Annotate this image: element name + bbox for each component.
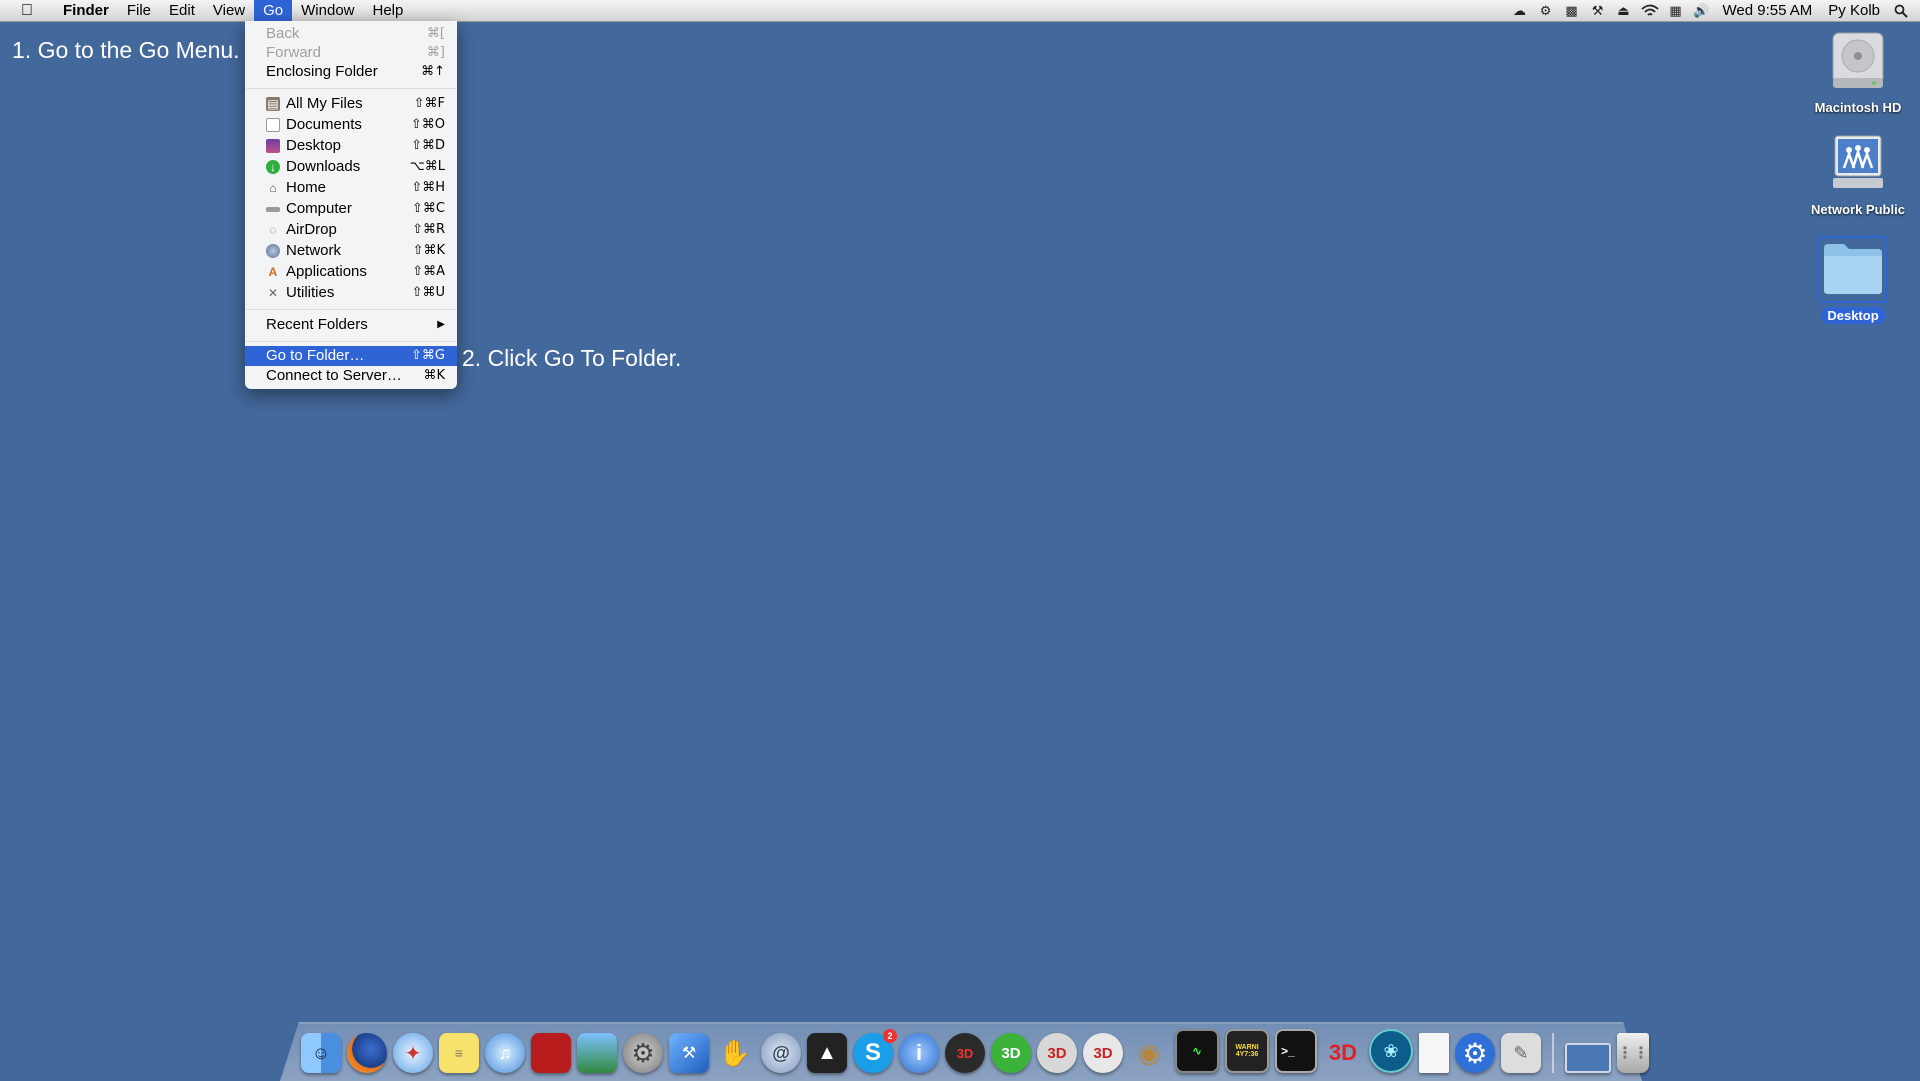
dock-separator [1552, 1033, 1554, 1073]
downloads-icon: ↓ [266, 160, 280, 174]
apple-logo-icon[interactable]:  [0, 2, 54, 20]
desktop-icon-label: Macintosh HD [1814, 100, 1902, 115]
settings-gear-icon[interactable]: ⚙ [1455, 1033, 1495, 1073]
all-files-icon: ▤ [266, 97, 280, 111]
menu-item-airdrop[interactable]: ◌ AirDrop ⇧⌘R [245, 220, 457, 240]
status-area: ☁ ⚙ ▩ ⚒ ⏏ ▦ 🔊 Wed 9:55 AM Py Kolb [1507, 0, 1920, 21]
text-document-icon[interactable] [1419, 1033, 1449, 1073]
activity-monitor-icon[interactable]: ∿ [1175, 1029, 1219, 1073]
documents-icon [266, 118, 280, 132]
menu-edit[interactable]: Edit [160, 0, 204, 21]
annotation-step-1: 1. Go to the Go Menu. [12, 37, 240, 63]
script-editor-icon[interactable]: ✎ [1501, 1033, 1541, 1073]
desktop-icon-macintosh-hd[interactable]: Macintosh HD [1788, 30, 1920, 116]
menu-item-network[interactable]: Network ⇧⌘K [245, 241, 457, 261]
volume-icon[interactable]: 🔊 [1693, 3, 1711, 18]
dock: ☺ ✦ ≡ ♫ ⚙ ⚒ ✋ @ ▲ S 2 i 3D 3D 3D 3D ◉ ∿ … [298, 1023, 1652, 1073]
tools-icon[interactable]: ⚒ [1589, 3, 1607, 18]
3ds-5-icon[interactable]: 3D [991, 1033, 1031, 1073]
menu-window[interactable]: Window [292, 0, 363, 21]
3ds-7-icon[interactable]: 3D [1083, 1033, 1123, 1073]
wifi-icon[interactable] [1640, 3, 1659, 18]
menu-help[interactable]: Help [364, 0, 413, 21]
trash-icon[interactable]: ⋮⋮ [1617, 1033, 1649, 1073]
desktop-stack-icon[interactable] [1565, 1043, 1611, 1073]
applications-icon: A [268, 265, 278, 279]
mail-app-icon[interactable]: @ [761, 1033, 801, 1073]
menu-item-utilities[interactable]: ✕ Utilities ⇧⌘U [245, 283, 457, 303]
network-share-icon [1833, 135, 1883, 188]
itunes-icon[interactable]: ♫ [485, 1033, 525, 1073]
menu-separator [246, 341, 456, 342]
pc-app-icon[interactable]: ▩ [1563, 3, 1581, 18]
airdrop-icon: ◌ [269, 223, 277, 237]
stickies-icon[interactable]: ≡ [439, 1033, 479, 1073]
utilities-icon: ✕ [267, 286, 279, 300]
menu-item-documents[interactable]: Documents ⇧⌘O [245, 115, 457, 135]
console-icon[interactable]: WARNI 4Y7:36 [1225, 1029, 1269, 1073]
info-app-icon[interactable]: i [899, 1033, 939, 1073]
safari-icon[interactable]: ✦ [393, 1033, 433, 1073]
home-icon: ⌂ [269, 181, 277, 195]
tree-app-icon[interactable]: ❀ [1369, 1029, 1413, 1073]
menu-bar:  Finder File Edit View Go Window Help ☁… [0, 0, 1920, 22]
hard-drive-icon [1832, 32, 1884, 88]
monkey-app-icon[interactable]: ◉ [1129, 1033, 1169, 1073]
xcode-icon[interactable]: ⚒ [669, 1033, 709, 1073]
submenu-arrow-icon: ▶ [437, 319, 445, 330]
3ds-6-icon[interactable]: 3D [1037, 1033, 1077, 1073]
user-name[interactable]: Py Kolb [1820, 2, 1888, 19]
desktop-icon [266, 139, 280, 153]
desktop-icon-desktop-folder[interactable]: Desktop [1783, 236, 1920, 324]
go-menu-dropdown: Back ⌘[ Forward ⌘] Enclosing Folder ⌘↑ ▤… [245, 21, 457, 389]
gesture-app-icon[interactable]: ✋ [715, 1033, 755, 1073]
menu-go[interactable]: Go [254, 0, 293, 21]
menu-item-home[interactable]: ⌂ Home ⇧⌘H [245, 178, 457, 198]
notification-badge: 2 [883, 1029, 897, 1043]
3d-app-icon[interactable]: 3D [945, 1033, 985, 1073]
menu-item-forward[interactable]: Forward ⌘] [245, 43, 457, 63]
annotation-step-2: 2. Click Go To Folder. [462, 345, 682, 371]
finder-icon[interactable]: ☺ [301, 1033, 341, 1073]
menu-item-enclosing-folder[interactable]: Enclosing Folder ⌘↑ [245, 62, 457, 82]
desktop-icon-label: Network Public [1811, 202, 1905, 217]
menu-item-computer[interactable]: Computer ⇧⌘C [245, 199, 457, 219]
menu-item-downloads[interactable]: ↓ Downloads ⌥⌘L [245, 157, 457, 177]
3ds-8-icon[interactable]: 3D [1323, 1033, 1363, 1073]
desktop-icon-network-public[interactable]: Network Public [1788, 132, 1920, 218]
menu-item-go-to-folder[interactable]: Go to Folder… ⇧⌘G [245, 346, 457, 366]
clock[interactable]: Wed 9:55 AM [1715, 2, 1821, 19]
system-preferences-icon[interactable]: ⚙ [623, 1033, 663, 1073]
menu-file[interactable]: File [118, 0, 160, 21]
cloud-app-icon[interactable]: ☁ [1511, 3, 1529, 18]
folder-icon [1824, 244, 1882, 294]
network-icon [266, 244, 280, 258]
menu-item-desktop[interactable]: Desktop ⇧⌘D [245, 136, 457, 156]
skype-icon[interactable]: S 2 [853, 1029, 897, 1073]
gear-app-icon[interactable]: ⚙ [1537, 3, 1555, 18]
firefox-icon[interactable] [347, 1033, 387, 1073]
desktop-icon-label: Desktop [1821, 307, 1885, 324]
menu-item-all-my-files[interactable]: ▤ All My Files ⇧⌘F [245, 94, 457, 114]
photo-booth-icon[interactable] [531, 1033, 571, 1073]
computer-icon [266, 207, 280, 212]
eject-icon[interactable]: ⏏ [1615, 3, 1633, 18]
menu-view[interactable]: View [204, 0, 254, 21]
input-menu-icon[interactable]: ▦ [1667, 3, 1685, 18]
menu-item-recent-folders[interactable]: Recent Folders ▶ [245, 315, 457, 335]
spotlight-icon[interactable] [1892, 3, 1910, 18]
menu-separator [246, 88, 456, 89]
app-menu-finder[interactable]: Finder [54, 0, 118, 21]
menu-separator [246, 309, 456, 310]
unity-icon[interactable]: ▲ [807, 1033, 847, 1073]
menu-item-connect-to-server[interactable]: Connect to Server… ⌘K [245, 366, 457, 386]
terminal-icon[interactable]: >_ [1275, 1029, 1317, 1073]
iphoto-icon[interactable] [577, 1033, 617, 1073]
menu-item-back[interactable]: Back ⌘[ [245, 24, 457, 44]
menu-item-applications[interactable]: A Applications ⇧⌘A [245, 262, 457, 282]
